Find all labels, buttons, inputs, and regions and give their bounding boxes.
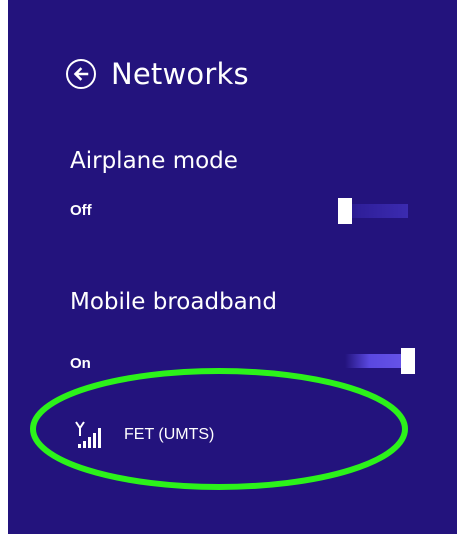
- toggle-thumb: [401, 348, 415, 374]
- back-arrow-icon: [73, 67, 89, 81]
- mobile-broadband-label: Mobile broadband: [70, 289, 277, 315]
- cellular-signal-icon: [75, 421, 101, 448]
- networks-panel: Networks Airplane mode Off Mobile broadb…: [8, 0, 457, 534]
- header: Networks: [66, 52, 249, 96]
- mobile-broadband-toggle[interactable]: [345, 348, 415, 374]
- page-title: Networks: [111, 57, 249, 91]
- airplane-mode-toggle[interactable]: [338, 198, 408, 224]
- mobile-broadband-state: On: [70, 355, 91, 372]
- toggle-thumb: [338, 198, 352, 224]
- airplane-mode-state: Off: [70, 202, 92, 219]
- airplane-mode-label: Airplane mode: [70, 148, 238, 174]
- network-name: FET (UMTS): [124, 426, 215, 443]
- network-item-fet[interactable]: FET (UMTS): [70, 418, 214, 452]
- back-button[interactable]: [66, 59, 96, 89]
